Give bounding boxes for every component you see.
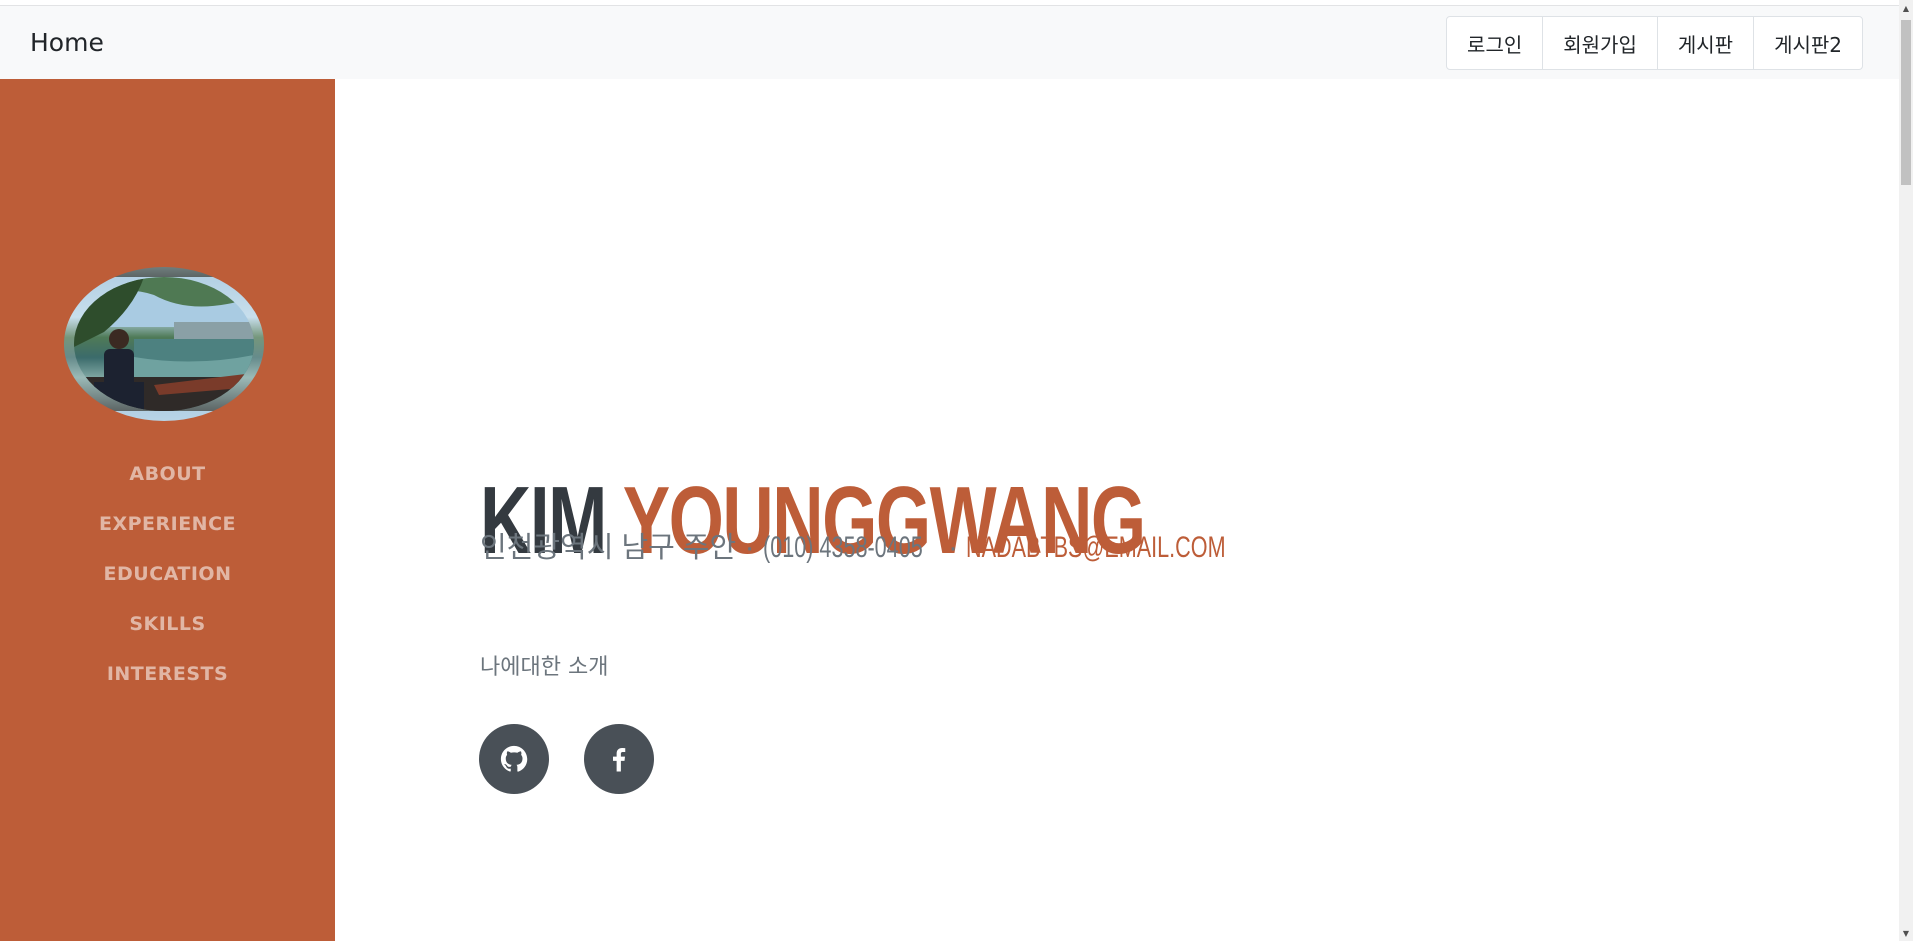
board2-button[interactable]: 게시판2 [1753,16,1863,70]
contact-line: 인천광역시 남구 주안 · (010) 4358-0405 · NADABTBS… [480,524,1327,566]
signup-button[interactable]: 회원가입 [1542,16,1658,70]
email-link[interactable]: NADABTBS@EMAIL.COM [966,531,1226,565]
scroll-up-arrow-icon[interactable]: ▲ [1899,0,1913,16]
sidebar-item-experience[interactable]: EXPERIENCE [0,499,335,549]
github-button[interactable] [479,724,549,794]
profile-photo-image [74,277,254,411]
sidebar-nav: ABOUT EXPERIENCE EDUCATION SKILLS INTERE… [0,449,335,699]
facebook-button[interactable] [584,724,654,794]
address: 인천광역시 남구 주안 [480,532,737,564]
login-button[interactable]: 로그인 [1446,16,1544,70]
main-content: KIM YOUNGGWANG 인천광역시 남구 주안 · (010) 4358-… [335,79,1899,941]
sidebar-item-skills[interactable]: SKILLS [0,599,335,649]
github-icon [500,745,528,772]
page-scrollbar[interactable]: ▲ ▼ [1899,0,1913,941]
top-navbar: Home 로그인 회원가입 게시판 게시판2 [0,6,1899,79]
sidebar-item-interests[interactable]: INTERESTS [0,649,335,699]
separator: · [744,531,755,564]
separator: · [948,531,959,564]
phone-number: (010) 4358-0405 [762,531,923,564]
sidebar-item-education[interactable]: EDUCATION [0,549,335,599]
social-icons [479,724,689,794]
home-link[interactable]: Home [30,28,104,57]
scroll-thumb[interactable] [1901,20,1911,185]
sidebar-item-about[interactable]: ABOUT [0,449,335,499]
about-text: 나에대한 소개 [480,655,609,680]
nav-button-group: 로그인 회원가입 게시판 게시판2 [1446,16,1863,70]
facebook-icon [613,748,626,772]
board-button[interactable]: 게시판 [1656,16,1755,70]
scroll-down-arrow-icon[interactable]: ▼ [1899,925,1913,941]
sidebar: ABOUT EXPERIENCE EDUCATION SKILLS INTERE… [0,79,335,941]
profile-photo [64,267,264,421]
